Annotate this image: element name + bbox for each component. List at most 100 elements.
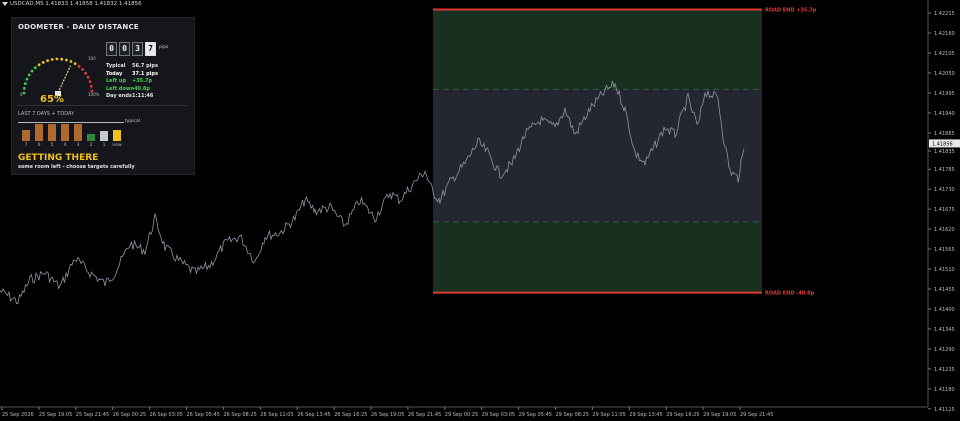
gauge-dot — [73, 62, 77, 65]
history-bar — [100, 131, 108, 141]
time-tick-label: 26 Sep 13:45 — [297, 412, 330, 418]
gauge-dot — [89, 84, 93, 88]
gauge-dot — [30, 69, 34, 73]
road-end-upper-label: ROAD END +35.7p — [765, 7, 817, 13]
road-end-lower-label: ROAD END -40.8p — [765, 291, 815, 297]
price-tick-label: 1.42050 — [934, 71, 955, 77]
price-tick-label: 1.41620 — [934, 227, 955, 233]
price-axis: 1.42215 1.42160 1.42105 1.42050 1.41995 1.419… — [927, 0, 960, 413]
price-tick-label: 1.42215 — [934, 11, 955, 17]
history-bar — [35, 124, 43, 141]
history-bar-label: 5 — [50, 143, 54, 148]
gauge-dot — [88, 80, 92, 83]
gauge-max-label: 100 — [88, 56, 96, 61]
price-tick-label: 1.41455 — [934, 287, 955, 293]
history-bar — [22, 130, 30, 141]
history-bar-label: 2 — [89, 143, 93, 148]
upper-green-zone — [433, 9, 762, 90]
current-price-label: 1.41856 — [932, 141, 953, 147]
stat-key: Left up — [106, 78, 127, 84]
stat-key: Typical — [106, 63, 126, 69]
time-tick-label: 26 Sep 00:25 — [113, 412, 146, 418]
gauge-dot — [77, 64, 81, 68]
odometer-digit: 3 — [132, 42, 143, 56]
odometer-panel: ODOMETER - DAILY DISTANCE 100 0 100% 65%… — [11, 17, 195, 175]
stat-row: Left up +35.7p — [106, 78, 158, 86]
stat-key: Left down — [106, 85, 135, 92]
gauge-dot — [55, 57, 59, 61]
history-bar — [87, 134, 95, 141]
price-tick-label: 1.41180 — [934, 387, 955, 393]
time-tick-label: 25 Sep 21:45 — [76, 412, 109, 418]
odometer-unit: pips — [159, 45, 169, 50]
odometer-digit: 0 — [106, 42, 117, 56]
price-tick-label: 1.42160 — [934, 31, 955, 37]
gauge-dot — [22, 86, 26, 90]
dropdown-triangle-icon[interactable] — [2, 1, 8, 6]
price-tick-label: 1.41730 — [934, 187, 955, 193]
time-tick-label: 29 Sep 16:25 — [666, 412, 699, 418]
gauge-dot — [33, 66, 37, 70]
price-tick-label: 1.41940 — [934, 111, 955, 117]
gauge-dot — [23, 82, 27, 85]
price-tick-label: 1.41885 — [934, 131, 955, 137]
history-bar — [74, 124, 82, 141]
stat-value: 56.7 pips — [132, 63, 158, 69]
price-tick-label: 1.41235 — [934, 367, 955, 373]
stat-value: 1:11:46 — [132, 93, 154, 99]
dark-band-zone — [433, 89, 762, 222]
gauge-dot — [27, 73, 31, 77]
price-tick-label: 1.41565 — [934, 247, 955, 253]
time-tick-label: 25 Sep 19:05 — [39, 412, 72, 418]
price-tick-label: 1.41400 — [934, 307, 955, 313]
time-tick-label: 29 Sep 00:25 — [445, 412, 478, 418]
time-tick-label: 29 Sep 19:05 — [703, 412, 736, 418]
gauge-dot — [86, 75, 90, 79]
history-bar-label: 4 — [63, 143, 67, 148]
time-axis: 25 Sep 2026 25 Sep 19:05 25 Sep 21:45 26 Se… — [0, 406, 928, 418]
stat-row: Today 37.1 pips — [106, 71, 158, 79]
stat-key: Day ends — [106, 93, 132, 99]
stat-value: 37.1 pips — [132, 70, 158, 77]
gauge-dot — [60, 57, 64, 61]
verdict-subtitle: some room left - choose targets carefull… — [18, 164, 135, 170]
price-tick-label: 1.41510 — [934, 267, 955, 273]
gauge-dot — [50, 58, 54, 61]
gauge-dot — [22, 91, 26, 95]
odometer-digit: 0 — [119, 42, 130, 56]
gauge-dot — [46, 59, 49, 62]
history-title: LAST 7 DAYS + TODAY — [18, 111, 75, 117]
ohlc-values: 1.41833 1.41858 1.41832 1.41856 — [45, 1, 142, 7]
typical-line — [18, 122, 124, 123]
stat-row: Typical 56.7 pips — [106, 63, 158, 71]
gauge-min-label: 0 — [20, 92, 23, 97]
panel-title: ODOMETER - DAILY DISTANCE — [18, 23, 139, 31]
odometer-digit: 7 — [145, 42, 156, 56]
divider — [18, 105, 188, 106]
stat-row: Left down-40.8p — [106, 86, 158, 94]
price-tick-label: 1.41995 — [934, 91, 955, 97]
history-bar-label: 7 — [24, 143, 28, 148]
gauge-dot — [37, 63, 41, 67]
gauge-dot — [25, 77, 29, 81]
stat-key: Today — [106, 70, 123, 77]
history-bar-label: 3 — [76, 143, 80, 148]
gauge: 100 0 100% — [20, 56, 100, 97]
gauge-dot — [69, 60, 73, 63]
history-bar — [48, 124, 56, 141]
gauge-dot — [65, 58, 68, 62]
price-tick-label: 1.41345 — [934, 327, 955, 333]
time-tick-label: 29 Sep 11:05 — [592, 412, 625, 418]
time-tick-label: 26 Sep 11:05 — [260, 412, 293, 418]
gauge-dot — [84, 71, 87, 75]
price-tick-label: 1.41125 — [934, 407, 955, 413]
history-bar — [61, 124, 69, 141]
price-tick-label: 1.41835 — [934, 149, 955, 155]
time-tick-label: 29 Sep 05:45 — [519, 412, 552, 418]
time-tick-label: 26 Sep 05:45 — [187, 412, 220, 418]
price-tick-label: 1.41290 — [934, 347, 955, 353]
history-bar-label: now — [112, 143, 122, 148]
history-bar-label: 1 — [102, 143, 106, 148]
stat-value: -40.8p — [132, 85, 150, 92]
price-tick-label: 1.41675 — [934, 207, 955, 213]
